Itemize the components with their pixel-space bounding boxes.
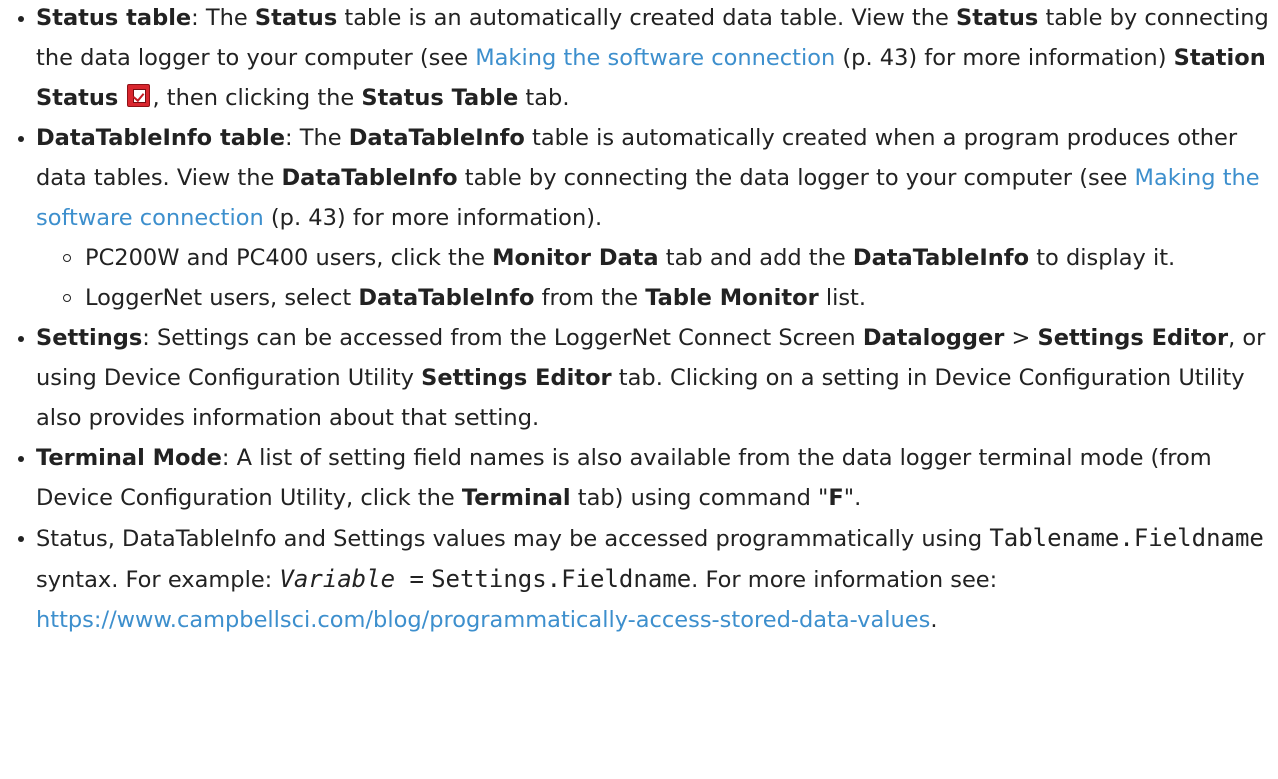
text: from the <box>534 285 646 311</box>
text: . <box>930 607 938 633</box>
bold-settings-editor: Settings Editor <box>1037 325 1229 351</box>
text: Status, DataTableInfo and Settings value… <box>36 526 990 552</box>
text: (p. 43) for more information) <box>835 45 1174 71</box>
bold-datalogger: Datalogger <box>862 325 1005 351</box>
text: tab. <box>518 85 570 111</box>
text: tab and add the <box>658 245 853 271</box>
text: tab) using command " <box>570 485 829 511</box>
text: , then clicking the <box>152 85 362 111</box>
text: : The <box>285 125 349 151</box>
document-page: Status table: The Status table is an aut… <box>0 0 1278 779</box>
term-status-table: Status table <box>36 5 192 31</box>
sub-item-loggernet: LoggerNet users, select DataTableInfo fr… <box>36 278 1270 318</box>
term-settings: Settings <box>36 325 143 351</box>
text: (p. 43) for more information). <box>263 205 603 231</box>
code-variable-equals: Variable = <box>279 565 424 593</box>
list-item-datatableinfo: DataTableInfo table: The DataTableInfo t… <box>0 118 1270 318</box>
station-status-icon <box>127 84 151 107</box>
list-item-settings: Settings: Settings can be accessed from … <box>0 318 1270 438</box>
text: table is an automatically created data t… <box>337 5 956 31</box>
term-terminal-mode: Terminal Mode <box>36 445 222 471</box>
list-item-status-table: Status table: The Status table is an aut… <box>0 0 1270 118</box>
code-settings-fieldname: Settings.Fieldname <box>431 565 692 593</box>
term-datatableinfo-table: DataTableInfo table <box>36 125 285 151</box>
bold-status: Status <box>254 5 338 31</box>
bold-status-table: Status Table <box>361 85 519 111</box>
bold-settings-editor: Settings Editor <box>421 365 612 391</box>
bold-terminal: Terminal <box>461 485 571 511</box>
making-software-connection-link[interactable]: Making the software connection <box>475 45 835 71</box>
bold-table-monitor: Table Monitor <box>645 285 819 311</box>
info-bullet-list: Status table: The Status table is an aut… <box>0 0 1270 640</box>
text: LoggerNet users, select <box>85 285 359 311</box>
text: > <box>1004 325 1038 351</box>
campbellsci-blog-link[interactable]: https://www.campbellsci.com/blog/program… <box>36 607 930 633</box>
bold-datatableinfo: DataTableInfo <box>348 125 525 151</box>
bold-datatableinfo: DataTableInfo <box>281 165 458 191</box>
text: syntax. For example: <box>36 567 280 593</box>
list-item-terminal-mode: Terminal Mode: A list of setting field n… <box>0 438 1270 518</box>
text: to display it. <box>1029 245 1176 271</box>
text: . For more information see: <box>691 567 998 593</box>
datatableinfo-sub-list: PC200W and PC400 users, click the Monito… <box>36 238 1270 318</box>
bold-status: Status <box>955 5 1039 31</box>
code-tablename-fieldname: Tablename.Fieldname <box>989 524 1264 552</box>
text: PC200W and PC400 users, click the <box>85 245 493 271</box>
text: list. <box>818 285 867 311</box>
bold-datatableinfo: DataTableInfo <box>358 285 535 311</box>
bold-command-f: F <box>828 485 844 511</box>
text: : Settings can be accessed from the Logg… <box>142 325 863 351</box>
text: : The <box>191 5 255 31</box>
bold-monitor-data: Monitor Data <box>492 245 659 271</box>
text: ". <box>843 485 862 511</box>
sub-item-pc200w-pc400: PC200W and PC400 users, click the Monito… <box>36 238 1270 278</box>
text: table by connecting the data logger to y… <box>457 165 1135 191</box>
bold-datatableinfo: DataTableInfo <box>852 245 1030 271</box>
list-item-programmatic-access: Status, DataTableInfo and Settings value… <box>0 518 1270 640</box>
